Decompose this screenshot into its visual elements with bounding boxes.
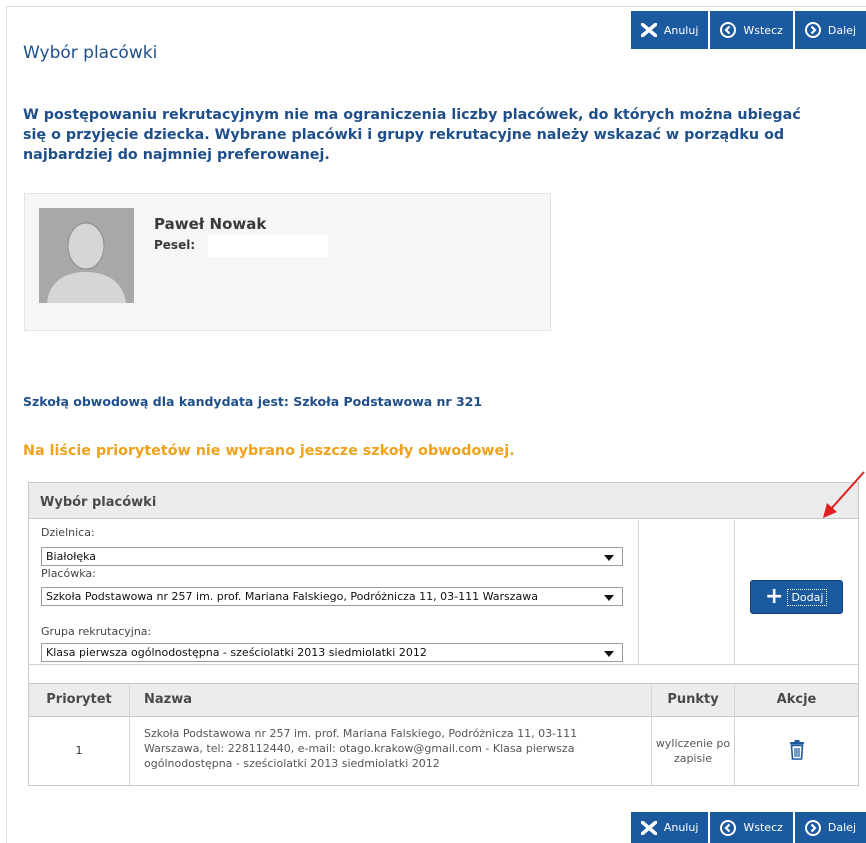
cancel-button[interactable]: Anuluj — [630, 11, 709, 49]
chevron-down-icon — [604, 555, 614, 561]
add-label: Dodaj — [787, 588, 828, 606]
close-icon — [640, 23, 657, 37]
district-school-info: Szkołą obwodową dla kandydata jest: Szko… — [23, 394, 483, 409]
district-select[interactable]: Białołęka — [41, 547, 623, 566]
group-label: Grupa rekrutacyjna: — [41, 625, 152, 638]
next-label: Dalej — [827, 821, 856, 834]
group-select-value: Klasa pierwsza ogólnodostępna - sześciol… — [46, 646, 427, 659]
row-actions — [735, 717, 858, 785]
page-title: Wybór placówki — [23, 43, 158, 64]
chevron-down-icon — [604, 651, 614, 657]
facility-label: Placówka: — [41, 567, 96, 580]
back-button[interactable]: Wstecz — [710, 11, 793, 49]
add-button[interactable]: + Dodaj — [750, 580, 843, 614]
selection-form: Dzielnica: Białołęka Placówka: Szkoła Po… — [29, 520, 639, 664]
avatar — [39, 208, 134, 303]
header-name: Nazwa — [130, 684, 652, 716]
facility-selection-panel: Wybór placówki Dzielnica: Białołęka Plac… — [28, 482, 859, 786]
pesel-value-redacted — [208, 235, 328, 257]
cancel-button[interactable]: Anuluj — [630, 812, 709, 843]
intro-text: W postępowaniu rekrutacyjnym nie ma ogra… — [23, 107, 801, 163]
top-nav-bar: Anuluj Wstecz Dalej — [629, 11, 866, 49]
panel-title: Wybór placówki — [29, 483, 858, 519]
bottom-nav-bar: Anuluj Wstecz Dalej — [629, 812, 866, 843]
pesel-label: Pesel: — [154, 238, 196, 252]
district-label: Dzielnica: — [41, 526, 95, 539]
back-label: Wstecz — [743, 23, 783, 37]
add-cell: + Dodaj — [735, 520, 858, 664]
back-circle-icon — [720, 819, 737, 836]
next-button[interactable]: Dalej — [794, 11, 866, 49]
group-select[interactable]: Klasa pierwsza ogólnodostępna - sześciol… — [41, 643, 623, 662]
district-select-value: Białołęka — [46, 550, 97, 563]
chevron-down-icon — [604, 595, 614, 601]
selection-form-row: Dzielnica: Białołęka Placówka: Szkoła Po… — [29, 520, 858, 664]
annotation-arrow — [818, 470, 866, 524]
plus-icon: + — [765, 584, 784, 609]
facility-select[interactable]: Szkoła Podstawowa nr 257 im. prof. Maria… — [41, 587, 623, 606]
header-actions: Akcje — [776, 692, 817, 707]
facility-select-value: Szkoła Podstawowa nr 257 im. prof. Maria… — [46, 590, 539, 603]
table-row: 1 Szkoła Podstawowa nr 257 im. prof. Mar… — [29, 717, 858, 785]
priority-table-header: Priorytet Nazwa Punkty Akcje — [29, 683, 858, 717]
back-button[interactable]: Wstecz — [710, 812, 793, 843]
next-circle-icon — [804, 22, 821, 38]
empty-cell — [639, 520, 735, 664]
back-circle-icon — [720, 22, 737, 38]
header-priority: Priorytet — [29, 684, 130, 716]
user-silhouette-icon — [39, 208, 134, 303]
candidate-name: Paweł Nowak — [154, 215, 267, 233]
next-circle-icon — [804, 819, 821, 836]
warning-message: Na liście priorytetów nie wybrano jeszcz… — [23, 443, 515, 459]
panel-separator — [29, 664, 858, 683]
cancel-label: Anuluj — [663, 821, 699, 834]
row-name: Szkoła Podstawowa nr 257 im. prof. Maria… — [130, 717, 652, 785]
cancel-label: Anuluj — [663, 23, 699, 37]
back-label: Wstecz — [743, 821, 783, 834]
next-button[interactable]: Dalej — [794, 812, 866, 843]
close-icon — [640, 820, 657, 835]
next-label: Dalej — [827, 23, 856, 37]
candidate-card: Paweł Nowak Pesel: — [24, 193, 551, 331]
row-points: wyliczenie po zapisie — [652, 717, 735, 785]
row-priority: 1 — [29, 717, 130, 785]
header-points: Punkty — [652, 684, 735, 716]
trash-icon[interactable] — [789, 739, 805, 763]
